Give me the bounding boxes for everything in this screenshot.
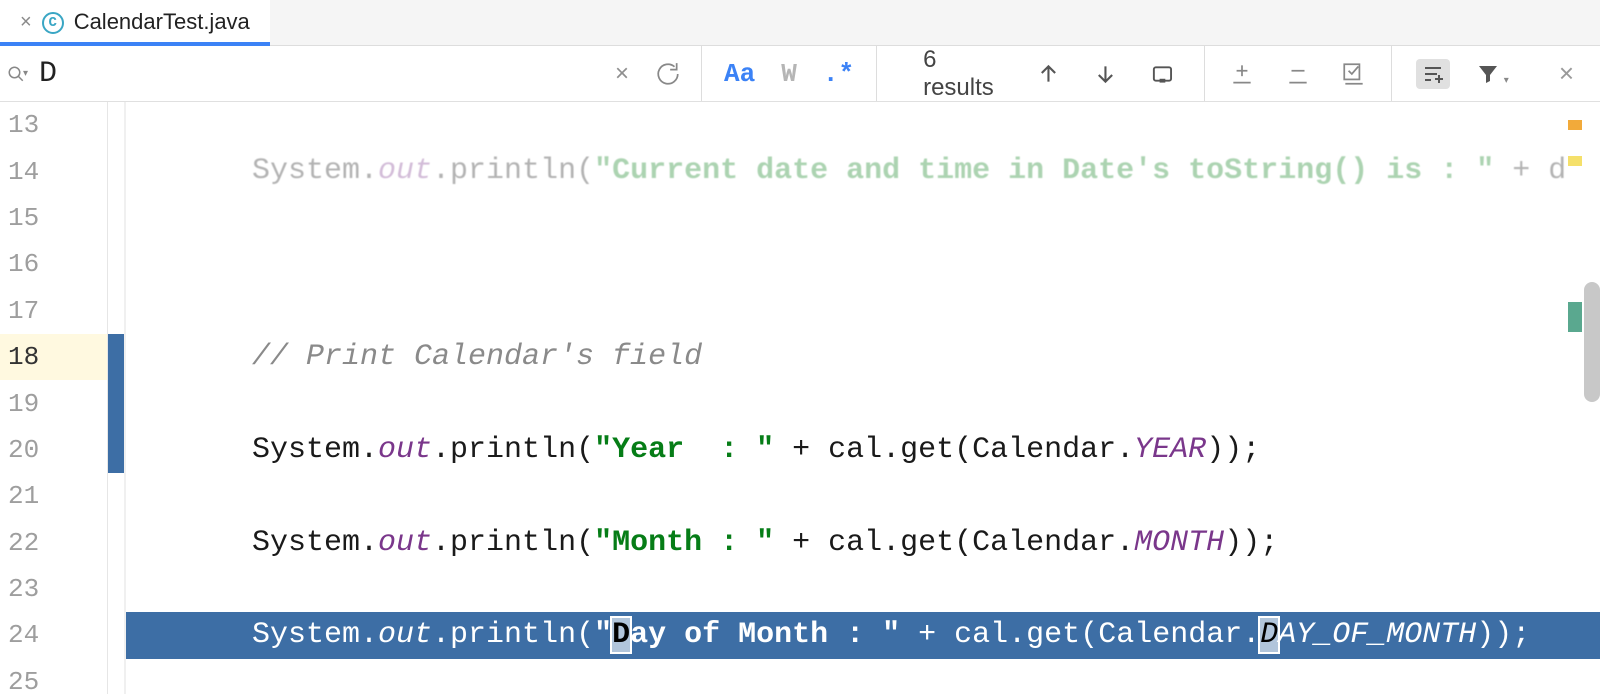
close-tab-icon[interactable]: ×	[20, 11, 32, 34]
chevron-down-icon: ▾	[23, 68, 28, 79]
find-in-selection-icon[interactable]	[1416, 59, 1450, 89]
filter-group: ▾	[1392, 46, 1533, 101]
close-find-bar-icon[interactable]: ×	[1533, 58, 1600, 89]
tab-filename: CalendarTest.java	[74, 9, 250, 35]
warning-marker[interactable]	[1568, 120, 1582, 130]
marker-strip	[1568, 102, 1582, 694]
line-number: 17	[0, 288, 107, 334]
find-bar: ▾ × Aa W .* 6 results ▾ ×	[0, 46, 1600, 102]
code-line: System.out.println("Month : " + cal.get(…	[126, 520, 1600, 566]
code-editor[interactable]: 13 14 15 16 17 18 19 20 21 22 23 24 25 S…	[0, 102, 1600, 694]
line-number: 25	[0, 659, 107, 694]
line-number: 14	[0, 148, 107, 194]
code-line-selected: System.out.println("Day of Month : " + c…	[126, 612, 1600, 658]
line-number-current: 18	[0, 334, 107, 380]
line-number: 16	[0, 241, 107, 287]
find-input[interactable]	[35, 46, 595, 101]
code-line: // Print Calendar's field	[126, 334, 1600, 380]
line-number: 15	[0, 195, 107, 241]
chevron-down-icon: ▾	[1504, 75, 1509, 86]
line-number: 23	[0, 566, 107, 612]
code-area[interactable]: System.out.println("Current date and tim…	[126, 102, 1600, 694]
line-number: 13	[0, 102, 107, 148]
results-group: 6 results	[877, 46, 1205, 101]
filter-icon[interactable]	[1476, 62, 1500, 86]
history-icon[interactable]	[655, 61, 681, 87]
match-marker[interactable]	[1568, 302, 1582, 332]
line-number: 19	[0, 380, 107, 426]
results-count: 6 results	[923, 46, 1003, 102]
line-number: 24	[0, 612, 107, 658]
editor-tab[interactable]: × C CalendarTest.java	[0, 0, 270, 45]
code-line: System.out.println("Year : " + cal.get(C…	[126, 427, 1600, 473]
extra-toggles	[1205, 46, 1392, 101]
add-selection-icon[interactable]	[1229, 61, 1255, 87]
select-all-occurrences-icon[interactable]	[1151, 61, 1174, 87]
tab-bar: × C CalendarTest.java	[0, 0, 1600, 46]
match-toggles: Aa W .*	[702, 46, 877, 101]
remove-selection-icon[interactable]	[1285, 61, 1311, 87]
line-number: 20	[0, 427, 107, 473]
vertical-scrollbar[interactable]	[1584, 282, 1600, 402]
match-words-toggle[interactable]: W	[781, 59, 797, 89]
code-line: System.out.println("Current date and tim…	[126, 148, 1600, 194]
clear-search-icon[interactable]: ×	[615, 60, 629, 88]
line-number: 22	[0, 520, 107, 566]
line-number: 21	[0, 473, 107, 519]
next-match-icon[interactable]	[1094, 61, 1117, 87]
highlight-marker[interactable]	[1568, 156, 1582, 166]
prev-match-icon[interactable]	[1037, 61, 1060, 87]
code-line	[126, 241, 1600, 287]
search-icon[interactable]: ▾	[0, 65, 35, 83]
line-number-gutter: 13 14 15 16 17 18 19 20 21 22 23 24 25	[0, 102, 108, 694]
active-tab-underline	[0, 42, 270, 46]
regex-toggle[interactable]: .*	[823, 59, 854, 89]
select-all-icon[interactable]	[1341, 61, 1367, 87]
find-inline-controls: ×	[595, 46, 702, 101]
find-input-wrap	[35, 46, 595, 101]
java-file-icon: C	[42, 12, 64, 34]
match-case-toggle[interactable]: Aa	[724, 59, 755, 89]
fold-margin	[108, 102, 126, 694]
